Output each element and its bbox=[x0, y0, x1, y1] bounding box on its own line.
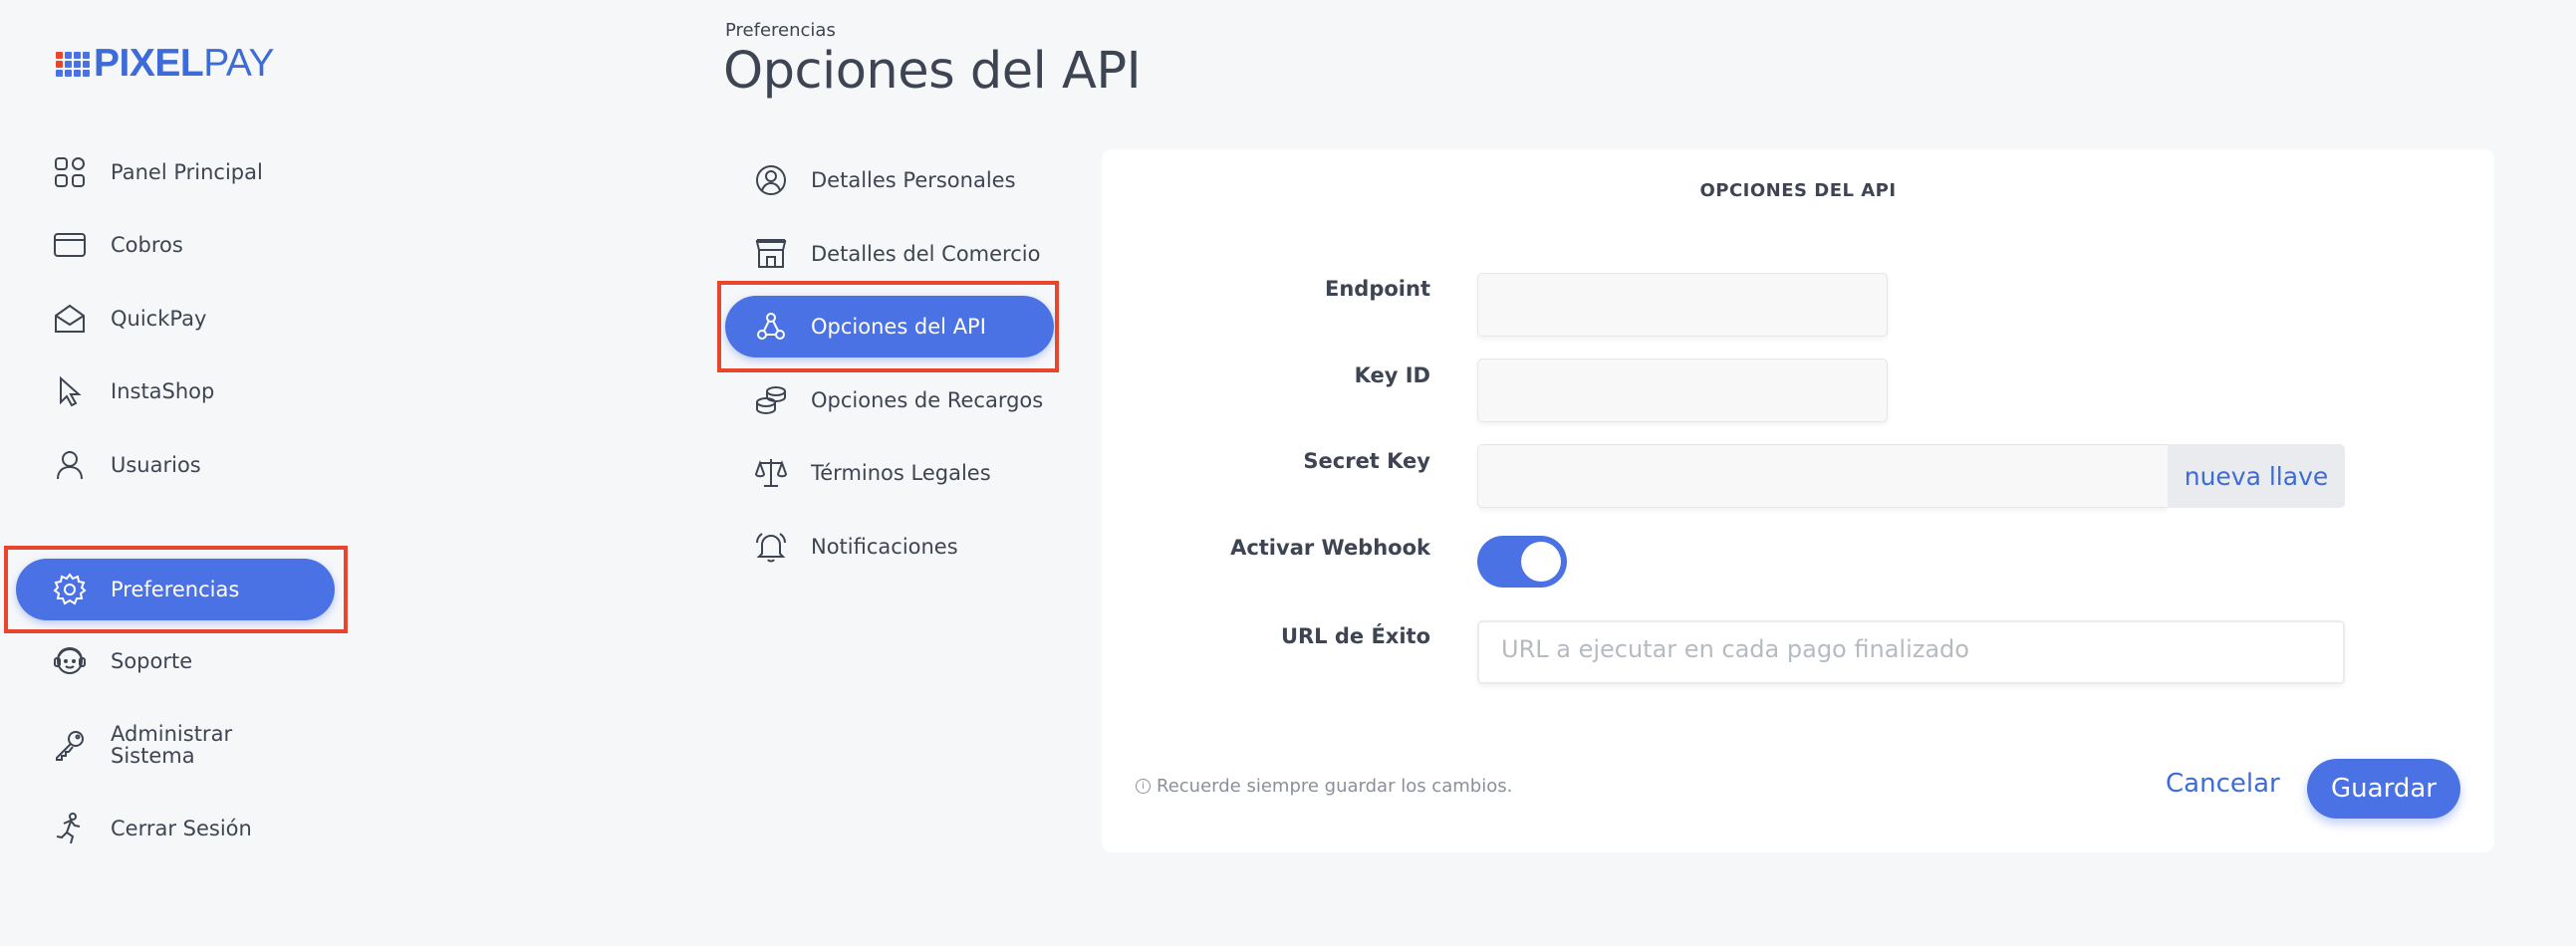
key-id-label: Key ID bbox=[1354, 363, 1430, 387]
endpoint-label: Endpoint bbox=[1325, 277, 1430, 301]
logo-primary: PIXEL bbox=[94, 42, 204, 85]
logo-dot bbox=[65, 69, 72, 77]
logo-dot bbox=[74, 69, 81, 77]
logo-secondary: PAY bbox=[203, 42, 274, 85]
support-icon bbox=[52, 643, 88, 679]
sidebar-item-usuarios[interactable]: Usuarios bbox=[16, 434, 335, 496]
sidebar-item-quickpay[interactable]: QuickPay bbox=[16, 288, 335, 350]
scale-icon bbox=[753, 455, 789, 491]
logo-dot bbox=[56, 69, 63, 77]
secret-key-group: nueva llave bbox=[1477, 444, 2345, 508]
logo-dot bbox=[83, 60, 90, 68]
sidebar-item-label-line2: Sistema bbox=[111, 744, 195, 768]
subnav-item-label: Detalles del Comercio bbox=[811, 242, 1041, 266]
logo-dot bbox=[74, 60, 81, 68]
sidebar-item-label-line1: Administrar bbox=[111, 722, 233, 746]
sidebar-item-soporte[interactable]: Soporte bbox=[16, 630, 335, 692]
sidebar-item-label: Cobros bbox=[111, 233, 183, 257]
logo-dot bbox=[56, 60, 63, 68]
logo-dot bbox=[65, 60, 72, 68]
coins-icon bbox=[753, 382, 789, 418]
sidebar-item-administrar-sistema[interactable]: Administrar Sistema bbox=[16, 714, 335, 776]
subnav-item-detalles-personales[interactable]: Detalles Personales bbox=[725, 149, 1054, 211]
success-url-label: URL de Éxito bbox=[1280, 624, 1430, 648]
sidebar-item-label: Soporte bbox=[111, 649, 193, 673]
secret-key-label: Secret Key bbox=[1303, 449, 1430, 473]
envelope-icon bbox=[52, 301, 88, 337]
run-icon bbox=[52, 811, 88, 846]
sidebar-item-label: Administrar Sistema bbox=[111, 723, 232, 767]
card-title: OPCIONES DEL API bbox=[1699, 180, 1897, 201]
save-reminder: i Recuerde siempre guardar los cambios. bbox=[1136, 776, 1512, 797]
logo-text: PIXELPAY bbox=[94, 44, 274, 84]
subnav-item-label: Términos Legales bbox=[811, 461, 991, 485]
store-icon bbox=[753, 236, 789, 272]
sidebar-item-cobros[interactable]: Cobros bbox=[16, 214, 335, 276]
logo-dot bbox=[65, 51, 72, 59]
card-icon bbox=[52, 227, 88, 263]
cursor-icon bbox=[52, 373, 88, 409]
sidebar-item-label: Panel Principal bbox=[111, 160, 263, 184]
user-circle-icon bbox=[753, 162, 789, 198]
endpoint-input[interactable] bbox=[1477, 273, 1888, 337]
highlight-annotation-opciones-api bbox=[717, 281, 1059, 372]
webhook-label: Activar Webhook bbox=[1230, 536, 1430, 560]
new-key-button[interactable]: nueva llave bbox=[2168, 444, 2345, 508]
save-button[interactable]: Guardar bbox=[2307, 759, 2460, 819]
highlight-annotation-preferencias bbox=[4, 546, 348, 633]
key-icon bbox=[52, 727, 88, 763]
subnav-item-detalles-comercio[interactable]: Detalles del Comercio bbox=[725, 223, 1054, 285]
success-url-input[interactable]: URL a ejecutar en cada pago finalizado bbox=[1477, 620, 2345, 684]
key-id-input[interactable] bbox=[1477, 358, 1888, 422]
sidebar-item-label: QuickPay bbox=[111, 307, 207, 331]
bell-icon bbox=[753, 529, 789, 565]
logo-dot bbox=[74, 51, 81, 59]
webhook-toggle[interactable] bbox=[1477, 536, 1567, 588]
sidebar-item-cerrar-sesion[interactable]: Cerrar Sesión bbox=[16, 798, 335, 859]
logo-dot bbox=[83, 51, 90, 59]
subnav-item-terminos-legales[interactable]: Términos Legales bbox=[725, 442, 1054, 504]
sidebar-item-label: Usuarios bbox=[111, 453, 201, 477]
sidebar-item-panel-principal[interactable]: Panel Principal bbox=[16, 141, 335, 203]
breadcrumb: Preferencias bbox=[725, 20, 836, 41]
pixelpay-logo[interactable]: PIXELPAY bbox=[56, 44, 274, 84]
subnav-item-opciones-recargos[interactable]: Opciones de Recargos bbox=[725, 369, 1054, 431]
save-reminder-text: Recuerde siempre guardar los cambios. bbox=[1157, 776, 1513, 797]
subnav-item-notificaciones[interactable]: Notificaciones bbox=[725, 516, 1054, 578]
subnav-item-label: Detalles Personales bbox=[811, 168, 1016, 192]
subnav-item-label: Opciones de Recargos bbox=[811, 388, 1044, 412]
sidebar-item-label: Cerrar Sesión bbox=[111, 817, 252, 840]
success-url-placeholder: URL a ejecutar en cada pago finalizado bbox=[1501, 635, 1969, 663]
cancel-button[interactable]: Cancelar bbox=[2166, 769, 2280, 799]
toggle-knob bbox=[1521, 542, 1561, 582]
sidebar-item-label: InstaShop bbox=[111, 379, 215, 403]
secret-key-input[interactable] bbox=[1477, 444, 2168, 508]
sidebar-item-instashop[interactable]: InstaShop bbox=[16, 360, 335, 422]
subnav-item-label: Notificaciones bbox=[811, 535, 958, 559]
logo-dot bbox=[56, 51, 63, 59]
info-icon: i bbox=[1136, 779, 1151, 794]
dashboard-icon bbox=[52, 154, 88, 190]
page-title: Opciones del API bbox=[723, 42, 1142, 101]
user-icon bbox=[52, 447, 88, 483]
logo-dot bbox=[83, 69, 90, 77]
sidebar: PIXELPAY Panel Principal Cobros QuickPay… bbox=[0, 0, 359, 946]
logo-grid-icon bbox=[56, 51, 90, 77]
